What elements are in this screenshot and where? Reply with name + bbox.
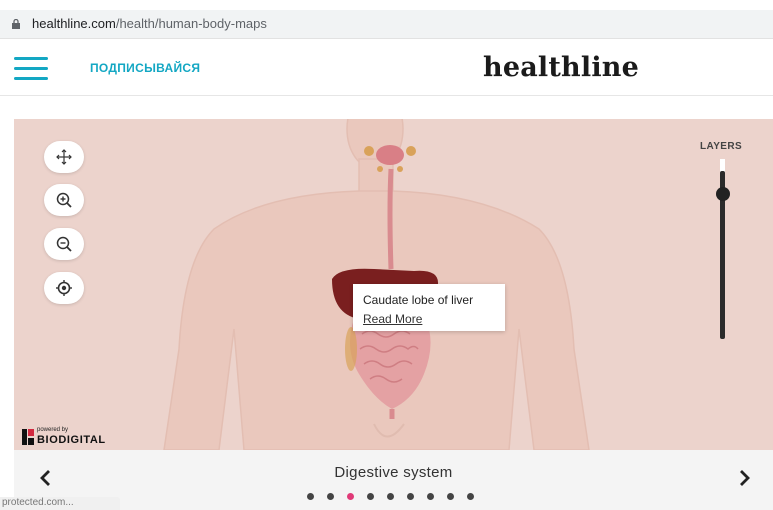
zoom-out-icon [56,236,72,252]
carousel-dot[interactable] [387,493,394,500]
carousel-dot[interactable] [467,493,474,500]
biodigital-logo[interactable]: powered by BIODIGITAL [22,427,142,449]
biodigital-brand: BIODIGITAL [37,434,106,446]
carousel-dots [307,493,474,501]
carousel-dot[interactable] [427,493,434,500]
center-view-button[interactable] [44,272,84,304]
layers-label: LAYERS [700,141,743,152]
read-more-link[interactable]: Read More [363,312,422,326]
zoom-in-icon [56,192,72,208]
healthline-logo[interactable]: healthline [483,52,639,83]
center-target-icon [56,280,72,296]
tooltip-title: Caudate lobe of liver [363,293,474,307]
site-header: ПОДПИСЫВАЙСЯ healthline [0,40,773,96]
subscribe-link[interactable]: ПОДПИСЫВАЙСЯ [90,61,200,75]
address-bar[interactable]: healthline.com/health/human-body-maps [0,10,773,39]
move-icon [56,149,72,165]
carousel-dot[interactable] [347,493,354,500]
move-button[interactable] [44,141,84,173]
body-map-viewer[interactable]: LAYERS Caudate lobe of liver Read More p… [14,119,773,450]
powered-by-text: powered by [37,427,69,433]
url-path: /health/human-body-maps [115,16,267,31]
zoom-out-button[interactable] [44,228,84,260]
carousel-dot[interactable] [447,493,454,500]
carousel-bar: Digestive system [14,450,773,510]
status-bar-text: protected.com... [0,497,120,510]
biodigital-mark-icon [22,429,34,445]
carousel-dot[interactable] [327,493,334,500]
lock-icon [12,19,20,29]
carousel-title: Digestive system [334,464,453,481]
url-domain: healthline.com [32,16,116,31]
chevron-right-icon[interactable] [734,468,754,488]
url-text[interactable]: healthline.com/health/human-body-maps [32,16,267,31]
menu-icon[interactable] [14,57,48,80]
carousel-dot[interactable] [307,493,314,500]
carousel-dot[interactable] [367,493,374,500]
zoom-in-button[interactable] [44,184,84,216]
carousel-dot[interactable] [407,493,414,500]
organ-tooltip: Caudate lobe of liver Read More [353,284,505,331]
